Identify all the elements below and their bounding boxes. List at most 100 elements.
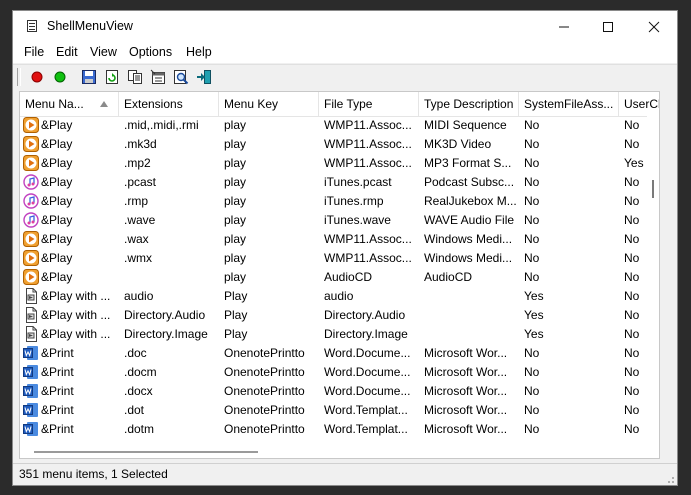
table-row[interactable]: &Play .mk3d play WMP11.Assoc... MK3D Video No…: [20, 135, 659, 154]
table-row[interactable]: &Print .docm OnenotePrintto Word.Docume... M…: [20, 363, 659, 382]
close-button[interactable]: [631, 11, 677, 43]
app-icon: [27, 20, 37, 32]
column-header-menu-name[interactable]: Menu Na...: [20, 92, 119, 116]
table-row[interactable]: &Play .mp2 play WMP11.Assoc... MP3 Format S.…: [20, 154, 659, 173]
exit-button[interactable]: [196, 69, 212, 85]
table-cell: audio: [124, 289, 154, 303]
find-icon: [174, 70, 189, 85]
toolbar: [13, 64, 677, 91]
minimize-icon: [559, 26, 569, 28]
table-row[interactable]: &Play .rmp play iTunes.rmp RealJukebox M... N…: [20, 192, 659, 211]
table-cell: .mid,.midi,.rmi: [124, 118, 199, 132]
copy-icon: [128, 70, 142, 84]
column-header-user-choice[interactable]: UserCh: [619, 92, 659, 116]
menu-edit[interactable]: Edit: [56, 45, 78, 59]
save-button[interactable]: [81, 69, 97, 85]
close-icon: [648, 21, 660, 33]
table-cell: [419, 325, 519, 344]
table-row[interactable]: &Play .wave play iTunes.wave WAVE Audio File…: [20, 211, 659, 230]
maximize-icon: [603, 22, 613, 32]
minimize-button[interactable]: [541, 11, 587, 43]
table-cell: No: [524, 232, 540, 246]
table-row[interactable]: &Play .mid,.midi,.rmi play WMP11.Assoc... MI…: [20, 116, 659, 135]
table-cell: Microsoft Wor...: [424, 403, 508, 417]
table-cell: Directory.Image: [324, 327, 408, 341]
vertical-scrollbar[interactable]: [647, 116, 659, 446]
table-row[interactable]: &Play with ... audio Play audio Yes No: [20, 287, 659, 306]
column-header-type-description[interactable]: Type Description: [419, 92, 519, 116]
column-header-file-type[interactable]: File Type: [319, 92, 419, 116]
horizontal-scroll-thumb[interactable]: [34, 451, 258, 453]
table-cell: OnenotePrintto: [224, 422, 305, 436]
window-title: ShellMenuView: [47, 19, 133, 33]
table-row[interactable]: &Play play AudioCD AudioCD No No: [20, 268, 659, 287]
table-cell: Play: [224, 308, 248, 322]
sort-ascending-icon: [100, 101, 108, 107]
properties-button[interactable]: [150, 69, 166, 85]
table-cell: Microsoft Wor...: [424, 365, 508, 379]
save-icon: [82, 70, 96, 84]
table-row[interactable]: &Print .dotm OnenotePrintto Word.Templat...…: [20, 420, 659, 439]
table-cell: play: [224, 175, 247, 189]
table-cell: OnenotePrintto: [224, 403, 305, 417]
table-cell: [419, 287, 519, 306]
table-row[interactable]: &Print .docx OnenotePrintto Word.Docume... M…: [20, 382, 659, 401]
disable-items-button[interactable]: [29, 69, 45, 85]
table-cell: WMP11.Assoc...: [324, 232, 412, 246]
table-cell: &Play with ...: [41, 327, 111, 341]
menu-file[interactable]: File: [24, 45, 44, 59]
copy-button[interactable]: [127, 69, 143, 85]
app-window: ShellMenuView File Edit View Options Hel…: [12, 10, 678, 486]
table-cell: .rmp: [124, 194, 148, 208]
table-row[interactable]: &Print .doc OnenotePrintto Word.Docume... Mi…: [20, 344, 659, 363]
find-button[interactable]: [173, 69, 189, 85]
table-cell: Windows Medi...: [424, 251, 513, 265]
list-header: Menu Na... Extensions Menu Key File Type…: [20, 92, 659, 117]
exit-icon: [197, 70, 211, 84]
menu-help[interactable]: Help: [186, 45, 212, 59]
menu-options[interactable]: Options: [129, 45, 172, 59]
column-header-menu-key[interactable]: Menu Key: [219, 92, 319, 116]
table-cell: OnenotePrintto: [224, 346, 305, 360]
menu-view[interactable]: View: [90, 45, 117, 59]
toolbar-separator: [17, 68, 21, 86]
maximize-button[interactable]: [585, 11, 631, 43]
table-cell: No: [524, 118, 540, 132]
table-row[interactable]: &Play with ... Directory.Image Play Directo…: [20, 325, 659, 344]
table-cell: play: [224, 232, 247, 246]
table-cell: Word.Docume...: [324, 384, 411, 398]
menu-items-list[interactable]: Menu Na... Extensions Menu Key File Type…: [19, 91, 660, 459]
table-row[interactable]: &Play with ... Directory.Audio Play Directo…: [20, 306, 659, 325]
table-cell: Yes: [524, 327, 544, 341]
vertical-scroll-thumb[interactable]: [652, 180, 654, 198]
enable-items-button[interactable]: [52, 69, 68, 85]
table-row[interactable]: &Play .wmx play WMP11.Assoc... Windows Medi.…: [20, 249, 659, 268]
table-cell: .docx: [124, 384, 153, 398]
table-cell: Windows Medi...: [424, 232, 513, 246]
table-cell: &Print: [41, 403, 74, 417]
table-cell: Directory.Audio: [324, 308, 406, 322]
column-header-extensions[interactable]: Extensions: [119, 92, 219, 116]
table-cell: &Play with ...: [41, 289, 111, 303]
table-cell: MK3D Video: [424, 137, 492, 151]
table-cell: .wax: [124, 232, 149, 246]
table-row[interactable]: &Print .dot OnenotePrintto Word.Templat... M…: [20, 401, 659, 420]
table-cell: .doc: [124, 346, 147, 360]
table-cell: No: [524, 384, 540, 398]
table-cell: WMP11.Assoc...: [324, 156, 412, 170]
resize-grip-icon[interactable]: [665, 474, 675, 484]
refresh-button[interactable]: [104, 69, 120, 85]
table-cell: Microsoft Wor...: [424, 346, 508, 360]
table-cell: play: [224, 118, 247, 132]
table-cell: &Play: [41, 232, 73, 246]
table-cell: OnenotePrintto: [224, 384, 305, 398]
title-bar[interactable]: ShellMenuView: [13, 11, 677, 43]
column-header-system-file-assoc[interactable]: SystemFileAss...: [519, 92, 619, 116]
horizontal-scrollbar[interactable]: [20, 446, 659, 458]
table-cell: Directory.Audio: [124, 308, 206, 322]
table-row[interactable]: &Play .pcast play iTunes.pcast Podcast Subsc…: [20, 173, 659, 192]
table-cell: No: [524, 270, 540, 284]
table-row[interactable]: &Play .wax play WMP11.Assoc... Windows Medi.…: [20, 230, 659, 249]
table-cell: No: [524, 194, 540, 208]
table-cell: Microsoft Wor...: [424, 422, 508, 436]
